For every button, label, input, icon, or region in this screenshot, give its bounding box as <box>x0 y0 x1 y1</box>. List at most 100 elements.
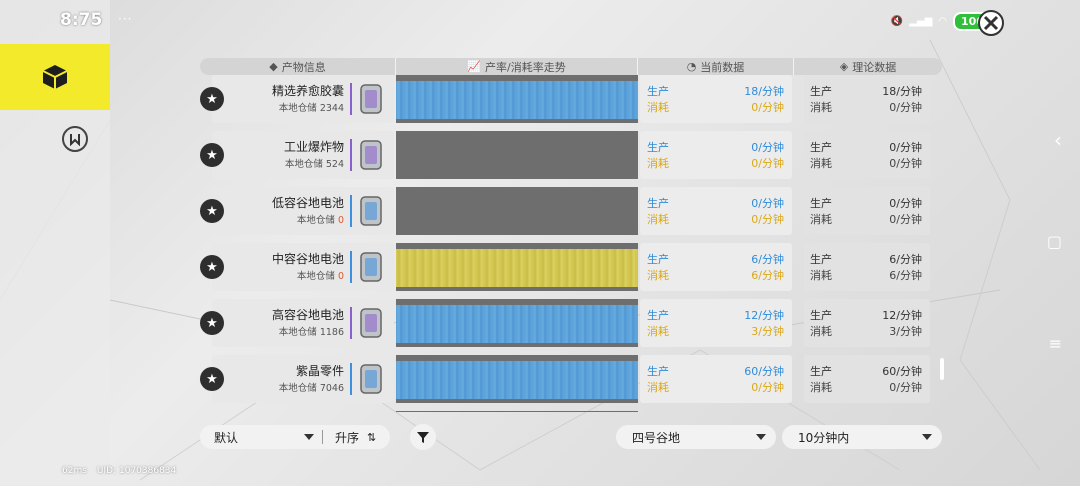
product-name: 高容谷地电池 <box>271 308 344 322</box>
trend-chart <box>396 131 638 179</box>
mute-icon: 🔇 <box>890 16 904 27</box>
scrollbar[interactable] <box>940 358 944 380</box>
product-name: 工业爆炸物 <box>283 140 344 154</box>
trend-band <box>396 305 638 343</box>
table-row: 精选养愈胶囊 本地仓储 2344 ★ 生产 消耗 18/分钟 0/分钟 生产 消… <box>200 75 942 125</box>
current-produce-value: 0/分钟 <box>751 141 784 154</box>
product-name: 紫晶零件 <box>295 364 344 378</box>
line-chart-icon: 📈 <box>467 60 481 73</box>
chevron-down-icon <box>922 434 932 440</box>
current-produce-value: 60/分钟 <box>744 365 784 378</box>
signal-icon: ▂▄▆ <box>909 16 933 27</box>
theory-data-card: 生产 消耗 18/分钟 0/分钟 <box>804 75 930 123</box>
product-info-card[interactable]: 紫晶零件 本地仓储 7046 <box>212 355 394 403</box>
star-icon: ★ <box>206 91 218 107</box>
close-button[interactable] <box>976 8 1006 38</box>
product-info-card[interactable]: 精选养愈胶囊 本地仓储 2344 <box>212 75 394 123</box>
favorite-star-button[interactable]: ★ <box>200 367 224 391</box>
time-range-dropdown[interactable]: 10分钟内 <box>782 425 942 449</box>
current-consume-value: 3/分钟 <box>751 325 784 338</box>
filter-button[interactable] <box>410 424 436 450</box>
favorite-star-button[interactable]: ★ <box>200 255 224 279</box>
current-data-card: 生产 消耗 12/分钟 3/分钟 <box>640 299 792 347</box>
ping-text: 62ms <box>62 466 87 476</box>
theory-data-card: 生产 消耗 0/分钟 0/分钟 <box>804 131 930 179</box>
sort-order-button[interactable]: 升序 <box>335 429 359 446</box>
table-row: 工业爆炸物 本地仓储 524 ★ 生产 消耗 0/分钟 0/分钟 生产 消耗 0… <box>200 131 942 181</box>
product-name: 中容谷地电池 <box>271 252 344 266</box>
header-theory: ◈ 理论数据 <box>839 60 897 74</box>
rarity-accent <box>350 139 352 171</box>
product-icon <box>360 140 382 170</box>
theory-consume-value: 0/分钟 <box>889 213 922 226</box>
nav-menu-icon[interactable]: ≡ <box>1049 334 1062 353</box>
current-produce-value: 18/分钟 <box>744 85 784 98</box>
theory-consume-value: 3/分钟 <box>889 325 922 338</box>
product-list: 精选养愈胶囊 本地仓储 2344 ★ 生产 消耗 18/分钟 0/分钟 生产 消… <box>200 75 942 412</box>
current-consume-value: 0/分钟 <box>751 213 784 226</box>
theory-produce-value: 0/分钟 <box>889 197 922 210</box>
product-info-card[interactable]: 高容谷地电池 本地仓储 1186 <box>212 299 394 347</box>
product-stock: 本地仓储 0 <box>296 271 344 282</box>
product-info-card[interactable]: 中容谷地电池 本地仓储 0 <box>212 243 394 291</box>
theory-produce-value: 18/分钟 <box>882 85 922 98</box>
product-info-card[interactable]: 工业爆炸物 本地仓储 524 <box>212 131 394 179</box>
favorite-star-button[interactable]: ★ <box>200 143 224 167</box>
current-produce-value: 0/分钟 <box>751 197 784 210</box>
trend-chart <box>396 299 638 347</box>
product-name: 精选养愈胶囊 <box>271 84 344 98</box>
nav-back-icon[interactable]: ‹ <box>1054 128 1062 152</box>
header-current: ◔ 当前数据 <box>638 58 794 75</box>
theory-consume-value: 0/分钟 <box>889 381 922 394</box>
star-icon: ★ <box>206 203 218 219</box>
theory-data-card: 生产 消耗 0/分钟 0/分钟 <box>804 187 930 235</box>
current-produce-value: 6/分钟 <box>751 253 784 266</box>
current-data-card: 生产 消耗 0/分钟 0/分钟 <box>640 131 792 179</box>
star-icon: ★ <box>206 259 218 275</box>
chevron-down-icon[interactable] <box>304 434 314 440</box>
product-stock: 本地仓储 2344 <box>278 103 344 114</box>
sort-control: 默认 升序 ⇅ <box>200 425 390 449</box>
current-consume-value: 0/分钟 <box>751 381 784 394</box>
theory-produce-value: 6/分钟 <box>889 253 922 266</box>
product-icon <box>360 364 382 394</box>
current-data-card: 生产 消耗 60/分钟 0/分钟 <box>640 355 792 403</box>
rarity-accent <box>350 251 352 283</box>
divider <box>322 430 323 444</box>
product-info-card[interactable]: 低容谷地电池 本地仓储 0 <box>212 187 394 235</box>
region-dropdown[interactable]: 四号谷地 <box>616 425 776 449</box>
star-icon: ★ <box>206 147 218 163</box>
current-consume-value: 0/分钟 <box>751 157 784 170</box>
product-stock: 本地仓储 0 <box>296 215 344 226</box>
sidebar-item-production[interactable] <box>0 44 110 110</box>
rarity-accent <box>350 195 352 227</box>
theory-consume-value: 6/分钟 <box>889 269 922 282</box>
table-row-partial <box>200 411 942 412</box>
rarity-accent <box>350 307 352 339</box>
favorite-star-button[interactable]: ★ <box>200 87 224 111</box>
product-icon <box>360 84 382 114</box>
theory-consume-value: 0/分钟 <box>889 101 922 114</box>
trend-band <box>396 81 638 119</box>
box-icon: ◈ <box>839 60 849 73</box>
table-row: 中容谷地电池 本地仓储 0 ★ 生产 消耗 6/分钟 6/分钟 生产 消耗 6/… <box>200 243 942 293</box>
current-produce-value: 12/分钟 <box>744 309 784 322</box>
product-icon <box>360 308 382 338</box>
sidebar-item-secondary[interactable] <box>62 126 88 152</box>
theory-data-card: 生产 消耗 6/分钟 6/分钟 <box>804 243 930 291</box>
trend-chart <box>396 243 638 291</box>
status-time: 8:75 <box>60 10 103 30</box>
cube-icon <box>42 65 68 89</box>
trend-chart <box>396 411 638 412</box>
theory-data-card: 生产 消耗 60/分钟 0/分钟 <box>804 355 930 403</box>
favorite-star-button[interactable]: ★ <box>200 199 224 223</box>
favorite-star-button[interactable]: ★ <box>200 311 224 335</box>
hexagon-logo-icon <box>70 134 80 146</box>
table-header: ◆ 产物信息 📈 产率/消耗率走势 ◔ 当前数据 ◈ 理论数据 <box>200 58 942 75</box>
current-data-card: 生产 消耗 18/分钟 0/分钟 <box>640 75 792 123</box>
product-name: 低容谷地电池 <box>271 196 344 210</box>
sort-default-label[interactable]: 默认 <box>214 429 304 446</box>
theory-produce-value: 0/分钟 <box>889 141 922 154</box>
nav-home-icon[interactable]: ▢ <box>1047 232 1062 251</box>
product-stock: 本地仓储 524 <box>284 159 344 170</box>
